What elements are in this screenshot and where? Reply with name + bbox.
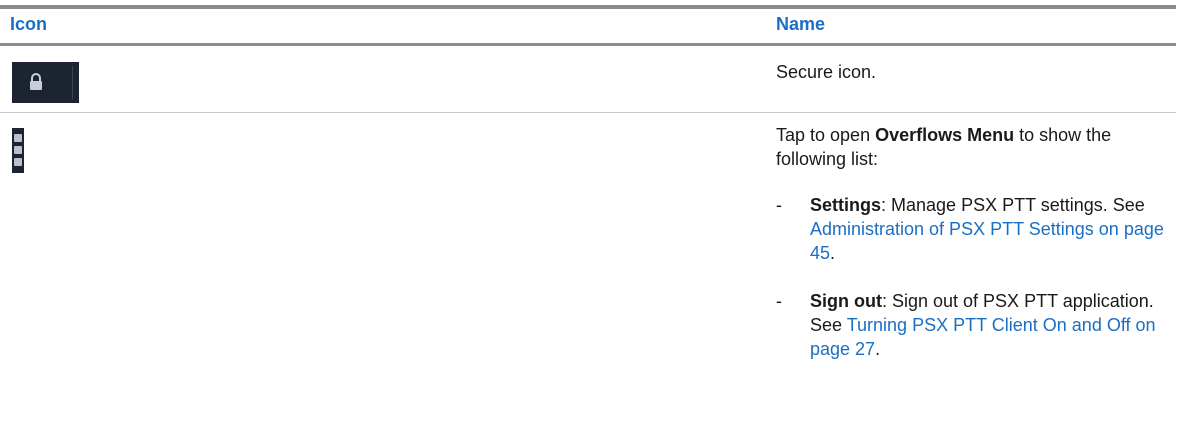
secure-icon-text: Secure icon. [776,62,877,82]
sign-out-term: Sign out [810,291,882,311]
list-item: - Settings: Manage PSX PTT settings. See … [776,193,1166,265]
administration-settings-link[interactable]: Administration of PSX PTT Settings on pa… [810,219,1164,263]
overflow-intro: Tap to open Overflows Menu to show the f… [776,123,1166,171]
sign-out-end: . [875,339,881,359]
lock-tile-divider [72,66,73,99]
settings-end: . [830,243,836,263]
turning-client-on-off-link[interactable]: Turning PSX PTT Client On and Off on pag… [810,315,1156,359]
list-dash: - [776,291,782,311]
settings-term: Settings [810,195,882,215]
header-name-label: Name [776,14,826,34]
table-header: Icon Name [0,9,1176,46]
list-item: - Sign out: Sign out of PSX PTT applicati… [776,289,1166,361]
table-row: Secure icon. [0,46,1176,113]
row-description: Tap to open Overflows Menu to show the f… [776,123,1166,361]
lock-icon [12,62,79,103]
intro-prefix: Tap to open [776,125,876,145]
overflow-menu-icon-glyph [14,134,22,166]
lock-icon-glyph [30,73,42,90]
table-row: Tap to open Overflows Menu to show the f… [0,113,1176,375]
icon-table: Icon Name Secure icon. Tap to open Overf… [0,5,1176,375]
overflow-menu-icon [12,128,24,173]
header-icon-label: Icon [10,14,48,34]
list-dash: - [776,195,782,215]
settings-desc: : Manage PSX PTT settings. See [881,195,1145,215]
row-description: Secure icon. [776,60,1166,84]
intro-bold-term: Overflows Menu [875,125,1015,145]
